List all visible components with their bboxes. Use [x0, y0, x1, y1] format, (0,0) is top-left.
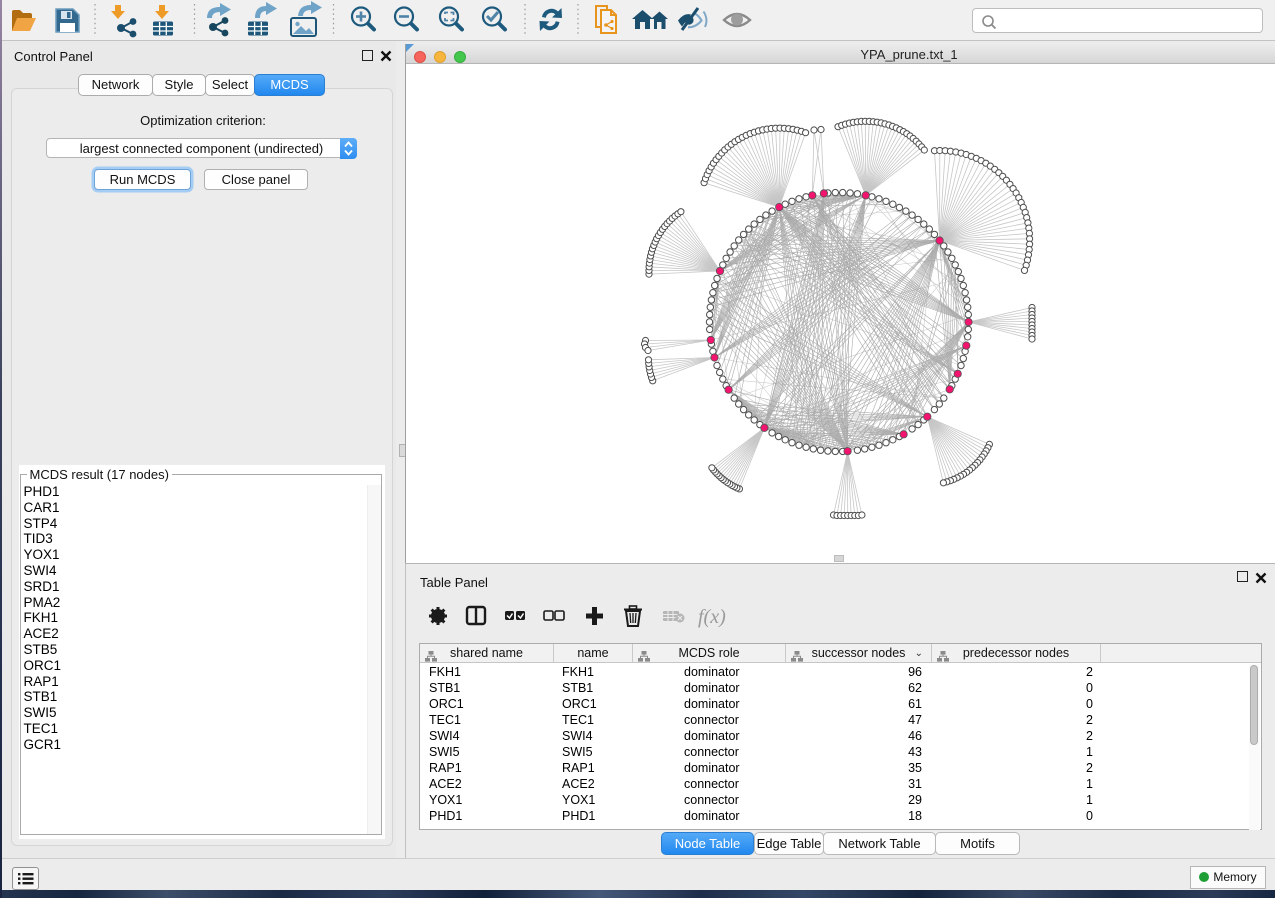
svg-text:f(x): f(x) [698, 606, 726, 628]
